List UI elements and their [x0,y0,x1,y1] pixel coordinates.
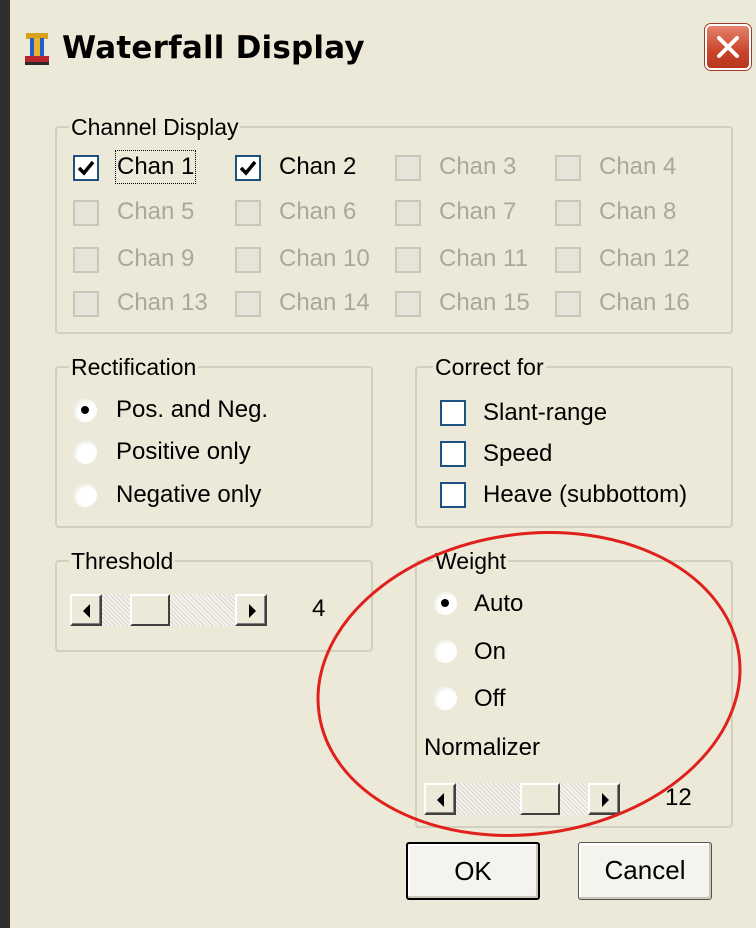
checkbox-label[interactable]: Chan 10 [279,244,370,274]
radio-button[interactable] [433,639,457,663]
checkbox[interactable] [235,291,261,317]
scroll-left-button[interactable] [424,783,456,815]
checkbox-label[interactable]: Chan 14 [279,288,370,318]
checkbox-label[interactable]: Chan 2 [279,152,356,182]
close-icon [717,36,739,58]
radio-button[interactable] [433,686,457,710]
radio-label[interactable]: On [474,637,506,667]
checkbox[interactable] [73,155,99,181]
checkmark-icon [77,160,95,176]
checkbox[interactable] [555,155,581,181]
scroll-thumb[interactable] [520,783,561,815]
checkbox-label[interactable]: Chan 11 [439,244,528,274]
ok-button[interactable]: OK [406,842,540,900]
checkmark-icon [239,160,257,176]
scroll-right-button[interactable] [235,594,267,626]
checkbox[interactable] [395,200,421,226]
checkbox[interactable] [235,247,261,273]
scroll-left-button[interactable] [70,594,102,626]
checkbox-label[interactable]: Speed [483,439,552,469]
normalizer-value: 12 [665,784,692,811]
arrow-left-icon [437,793,444,807]
checkbox[interactable] [555,247,581,273]
window-edge [0,0,10,928]
checkbox-label[interactable]: Chan 3 [439,152,516,182]
title-bar[interactable]: Waterfall Display [10,0,756,96]
checkbox-label[interactable]: Chan 15 [439,288,530,318]
checkbox[interactable] [555,291,581,317]
checkbox-label[interactable]: Chan 6 [279,197,356,227]
correct-for-legend: Correct for [433,353,546,381]
checkbox-label[interactable]: Chan 7 [439,197,516,227]
close-button[interactable] [705,24,751,70]
checkbox[interactable] [395,291,421,317]
checkbox[interactable] [440,441,466,467]
checkbox-label[interactable]: Chan 5 [117,197,194,227]
arrow-right-icon [249,604,256,618]
checkbox[interactable] [235,155,261,181]
radio-button[interactable] [73,440,97,464]
normalizer-label: Normalizer [424,734,541,761]
checkbox-label[interactable]: Chan 8 [599,197,676,227]
weight-legend: Weight [433,547,509,575]
checkbox-label[interactable]: Chan 9 [117,244,194,274]
checkbox-label[interactable]: Slant-range [483,398,607,428]
radio-button[interactable] [433,591,457,615]
checkbox[interactable] [440,400,466,426]
rectification-legend: Rectification [69,353,199,381]
checkbox[interactable] [395,247,421,273]
arrow-left-icon [83,604,90,618]
checkbox[interactable] [73,247,99,273]
threshold-legend: Threshold [69,547,176,575]
radio-label[interactable]: Pos. and Neg. [116,395,268,425]
checkbox-label[interactable]: Chan 1 [114,150,197,184]
checkbox[interactable] [73,200,99,226]
radio-dot [81,406,89,414]
window-title: Waterfall Display [62,30,365,66]
checkbox-label[interactable]: Heave (subbottom) [483,480,687,510]
checkbox-label[interactable]: Chan 4 [599,152,676,182]
scroll-right-button[interactable] [588,783,620,815]
checkbox-label[interactable]: Chan 16 [599,288,690,318]
checkbox[interactable] [440,482,466,508]
scroll-thumb[interactable] [129,594,170,626]
radio-label[interactable]: Auto [474,589,523,619]
cancel-button[interactable]: Cancel [578,842,712,900]
checkbox[interactable] [555,200,581,226]
checkbox[interactable] [235,200,261,226]
checkbox-label[interactable]: Chan 13 [117,288,208,318]
radio-button[interactable] [73,398,97,422]
radio-button[interactable] [73,483,97,507]
waterfall-display-dialog: Waterfall Display Channel Display Chan 1… [10,0,756,928]
radio-dot [441,599,449,607]
radio-label[interactable]: Off [474,684,506,714]
app-icon [25,33,49,65]
checkbox[interactable] [395,155,421,181]
arrow-right-icon [602,793,609,807]
checkbox[interactable] [73,291,99,317]
checkbox-label[interactable]: Chan 12 [599,244,690,274]
radio-label[interactable]: Negative only [116,480,261,510]
channel-display-legend: Channel Display [69,113,241,141]
radio-label[interactable]: Positive only [116,437,251,467]
threshold-value: 4 [312,595,326,622]
